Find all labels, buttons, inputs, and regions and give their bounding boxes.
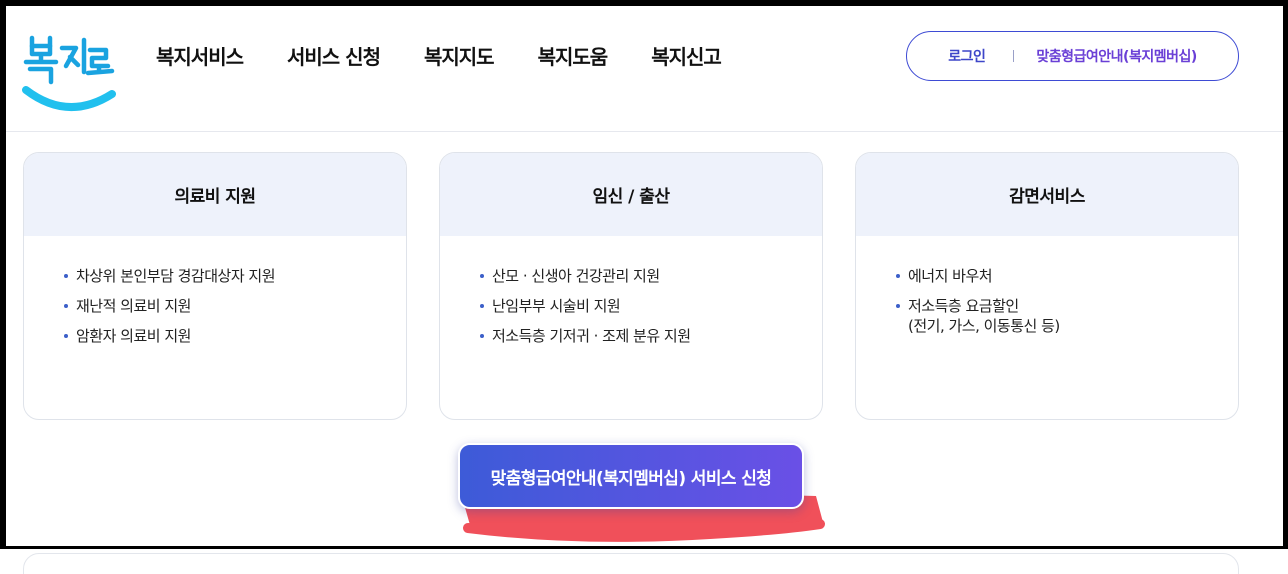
nav-item-welfare-help[interactable]: 복지도움 [538, 44, 609, 70]
list-item[interactable]: 차상위 본인부담 경감대상자 지원 [64, 266, 406, 286]
list-item[interactable]: 저소득층 기저귀 · 조제 분유 지원 [480, 326, 822, 346]
nav-item-welfare-services[interactable]: 복지서비스 [156, 44, 244, 70]
card-item-list: 차상위 본인부담 경감대상자 지원 재난적 의료비 지원 암환자 의료비 지원 [24, 236, 406, 346]
next-section-card [23, 553, 1239, 574]
nav-item-service-application[interactable]: 서비스 신청 [287, 44, 381, 70]
list-item-sublabel: (전기, 가스, 이동통신 등) [908, 317, 1060, 335]
membership-link[interactable]: 맞춤형급여안내(복지멤버십) [1036, 46, 1197, 66]
cta-wrapper: 맞춤형급여안내(복지멤버십) 서비스 신청 [458, 443, 804, 509]
card-item-list: 산모 · 신생아 건강관리 지원 난임부부 시술비 지원 저소득층 기저귀 · … [440, 236, 822, 346]
nav-item-welfare-map[interactable]: 복지지도 [424, 44, 495, 70]
screenshot-frame: 복지서비스 서비스 신청 복지지도 복지도움 복지신고 로그인 맞춤형급여안내(… [6, 6, 1283, 546]
utility-divider [1013, 50, 1015, 62]
card-discount-services: 감면서비스 에너지 바우처 저소득층 요금할인 (전기, 가스, 이동통신 등) [855, 152, 1239, 420]
card-title: 의료비 지원 [24, 153, 406, 236]
list-item[interactable]: 재난적 의료비 지원 [64, 296, 406, 316]
membership-apply-button[interactable]: 맞춤형급여안내(복지멤버십) 서비스 신청 [458, 443, 804, 509]
list-item[interactable]: 저소득층 요금할인 (전기, 가스, 이동통신 등) [896, 296, 1238, 336]
list-item-label: 저소득층 요금할인 [908, 297, 1019, 315]
login-link[interactable]: 로그인 [948, 46, 986, 66]
card-title: 임신 / 출산 [440, 153, 822, 236]
main-navigation: 복지서비스 서비스 신청 복지지도 복지도움 복지신고 [156, 44, 765, 70]
site-header: 복지서비스 서비스 신청 복지지도 복지도움 복지신고 로그인 맞춤형급여안내(… [6, 6, 1283, 132]
bokjiro-logo-icon [22, 35, 116, 111]
list-item[interactable]: 난임부부 시술비 지원 [480, 296, 822, 316]
bokjiro-logo[interactable] [20, 24, 116, 116]
card-pregnancy-birth: 임신 / 출산 산모 · 신생아 건강관리 지원 난임부부 시술비 지원 저소득… [439, 152, 823, 420]
utility-menu: 로그인 맞춤형급여안내(복지멤버십) [906, 31, 1239, 81]
card-medical-support: 의료비 지원 차상위 본인부담 경감대상자 지원 재난적 의료비 지원 암환자 … [23, 152, 407, 420]
list-item[interactable]: 에너지 바우처 [896, 266, 1238, 286]
card-item-list: 에너지 바우처 저소득층 요금할인 (전기, 가스, 이동통신 등) [856, 236, 1238, 336]
list-item[interactable]: 산모 · 신생아 건강관리 지원 [480, 266, 822, 286]
nav-item-welfare-report[interactable]: 복지신고 [651, 44, 722, 70]
list-item[interactable]: 암환자 의료비 지원 [64, 326, 406, 346]
card-title: 감면서비스 [856, 153, 1238, 236]
